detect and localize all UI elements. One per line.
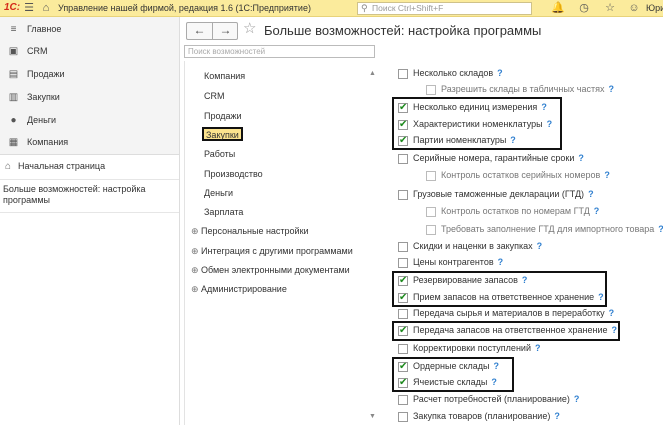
section-item-purchases[interactable]: Закупки: [202, 127, 243, 141]
expand-icon: ⊕: [191, 226, 199, 236]
expand-icon: ⊕: [191, 265, 199, 275]
checkbox[interactable]: [398, 395, 408, 405]
user-name[interactable]: Юри: [646, 3, 663, 13]
expand-icon: ⊕: [191, 284, 199, 294]
section-item-production[interactable]: Производство: [204, 169, 263, 183]
checkbox[interactable]: [426, 171, 436, 181]
checkbox[interactable]: [398, 154, 408, 164]
section-item-money[interactable]: Деньги: [204, 188, 233, 202]
nav-item-sales[interactable]: ▤ Продажи: [0, 64, 179, 86]
highlight-box: [392, 321, 620, 341]
home-icon[interactable]: ⌂: [40, 2, 52, 14]
section-item-works[interactable]: Работы: [204, 149, 235, 163]
group-administration[interactable]: ⊕ Администрирование: [191, 284, 287, 298]
open-window-item[interactable]: Больше возможностей: настройка программы: [0, 179, 179, 213]
section-panel: ≡ Главное ▣ CRM ▤ Продажи ▥ Закупки ● Де…: [0, 17, 179, 155]
search-icon: ⚲: [361, 3, 368, 13]
money-icon: ●: [10, 115, 17, 126]
section-item-crm[interactable]: CRM: [204, 91, 225, 105]
checkbox[interactable]: [398, 258, 408, 268]
crm-icon: ▣: [8, 46, 19, 57]
section-item-company[interactable]: Компания: [204, 71, 245, 85]
help-icon[interactable]: ?: [588, 189, 594, 199]
checkbox[interactable]: [398, 344, 408, 354]
settings-panel: Несколько складов? Разрешить склады в та…: [390, 60, 663, 425]
help-icon[interactable]: ?: [537, 241, 543, 251]
app-logo: 1С:: [4, 2, 21, 13]
help-icon[interactable]: ?: [574, 394, 580, 404]
notifications-icon[interactable]: 🔔: [551, 2, 565, 14]
company-icon: ▦: [8, 137, 19, 148]
highlight-box: [392, 271, 607, 307]
checkbox[interactable]: [426, 85, 436, 95]
expand-icon: ⊕: [191, 246, 199, 256]
history-nav: ← →: [186, 22, 238, 40]
home-icon: ⌂: [5, 161, 12, 172]
section-item-sales[interactable]: Продажи: [204, 111, 242, 125]
checkbox[interactable]: [426, 225, 436, 235]
menu-lines-icon: ≡: [10, 24, 17, 35]
checkbox[interactable]: [426, 207, 436, 217]
back-button[interactable]: ←: [187, 23, 212, 39]
sales-icon: ▤: [8, 69, 19, 80]
checkbox[interactable]: [398, 309, 408, 319]
scroll-up-icon[interactable]: ▲: [369, 70, 376, 77]
help-icon[interactable]: ?: [609, 308, 615, 318]
checkbox[interactable]: [398, 412, 408, 422]
nav-item-purchases[interactable]: ▥ Закупки: [0, 87, 179, 109]
help-icon[interactable]: ?: [554, 411, 560, 421]
highlight-box: [392, 97, 562, 150]
purchases-icon: ▥: [8, 92, 19, 103]
global-search-input[interactable]: ⚲ Поиск Ctrl+Shift+F: [357, 2, 532, 15]
favorite-star-icon[interactable]: ☆: [243, 20, 256, 38]
help-icon[interactable]: ?: [535, 343, 541, 353]
history-icon[interactable]: ◷: [578, 2, 590, 14]
sections-list: Компания CRM Продажи Закупки Работы Прои…: [184, 61, 375, 425]
checkbox[interactable]: [398, 69, 408, 79]
features-search-input[interactable]: Поиск возможностей: [184, 45, 375, 58]
page-title: Больше возможностей: настройка программы: [264, 23, 542, 38]
favorites-icon[interactable]: ☆: [604, 2, 616, 14]
group-edi[interactable]: ⊕ Обмен электронными документами: [191, 265, 350, 279]
menu-icon[interactable]: ☰: [23, 2, 35, 14]
help-icon[interactable]: ?: [594, 206, 600, 216]
help-icon[interactable]: ?: [658, 224, 663, 234]
help-icon[interactable]: ?: [608, 84, 614, 94]
checkbox[interactable]: [398, 242, 408, 252]
section-item-salary[interactable]: Зарплата: [204, 207, 243, 221]
highlight-box: [392, 357, 514, 392]
forward-button[interactable]: →: [213, 23, 238, 39]
checkbox[interactable]: [398, 190, 408, 200]
home-page-link[interactable]: ⌂ Начальная страница: [0, 159, 179, 175]
nav-item-company[interactable]: ▦ Компания: [0, 132, 179, 154]
title-bar: 1С: ☰ ⌂ Управление нашей фирмой, редакци…: [0, 0, 663, 17]
group-personal-settings[interactable]: ⊕ Персональные настройки: [191, 226, 309, 240]
nav-item-money[interactable]: ● Деньги: [0, 110, 179, 132]
user-icon[interactable]: ☺: [628, 2, 640, 14]
left-navigation: ≡ Главное ▣ CRM ▤ Продажи ▥ Закупки ● Де…: [0, 17, 180, 425]
nav-item-main[interactable]: ≡ Главное: [0, 19, 179, 41]
group-integration[interactable]: ⊕ Интеграция с другими программами: [191, 246, 353, 260]
nav-item-crm[interactable]: ▣ CRM: [0, 41, 179, 63]
scroll-down-icon[interactable]: ▼: [369, 413, 376, 420]
help-icon[interactable]: ?: [578, 153, 584, 163]
help-icon[interactable]: ?: [498, 257, 504, 267]
help-icon[interactable]: ?: [604, 170, 610, 180]
window-title: Управление нашей фирмой, редакция 1.6 (1…: [58, 3, 311, 13]
help-icon[interactable]: ?: [497, 68, 503, 78]
